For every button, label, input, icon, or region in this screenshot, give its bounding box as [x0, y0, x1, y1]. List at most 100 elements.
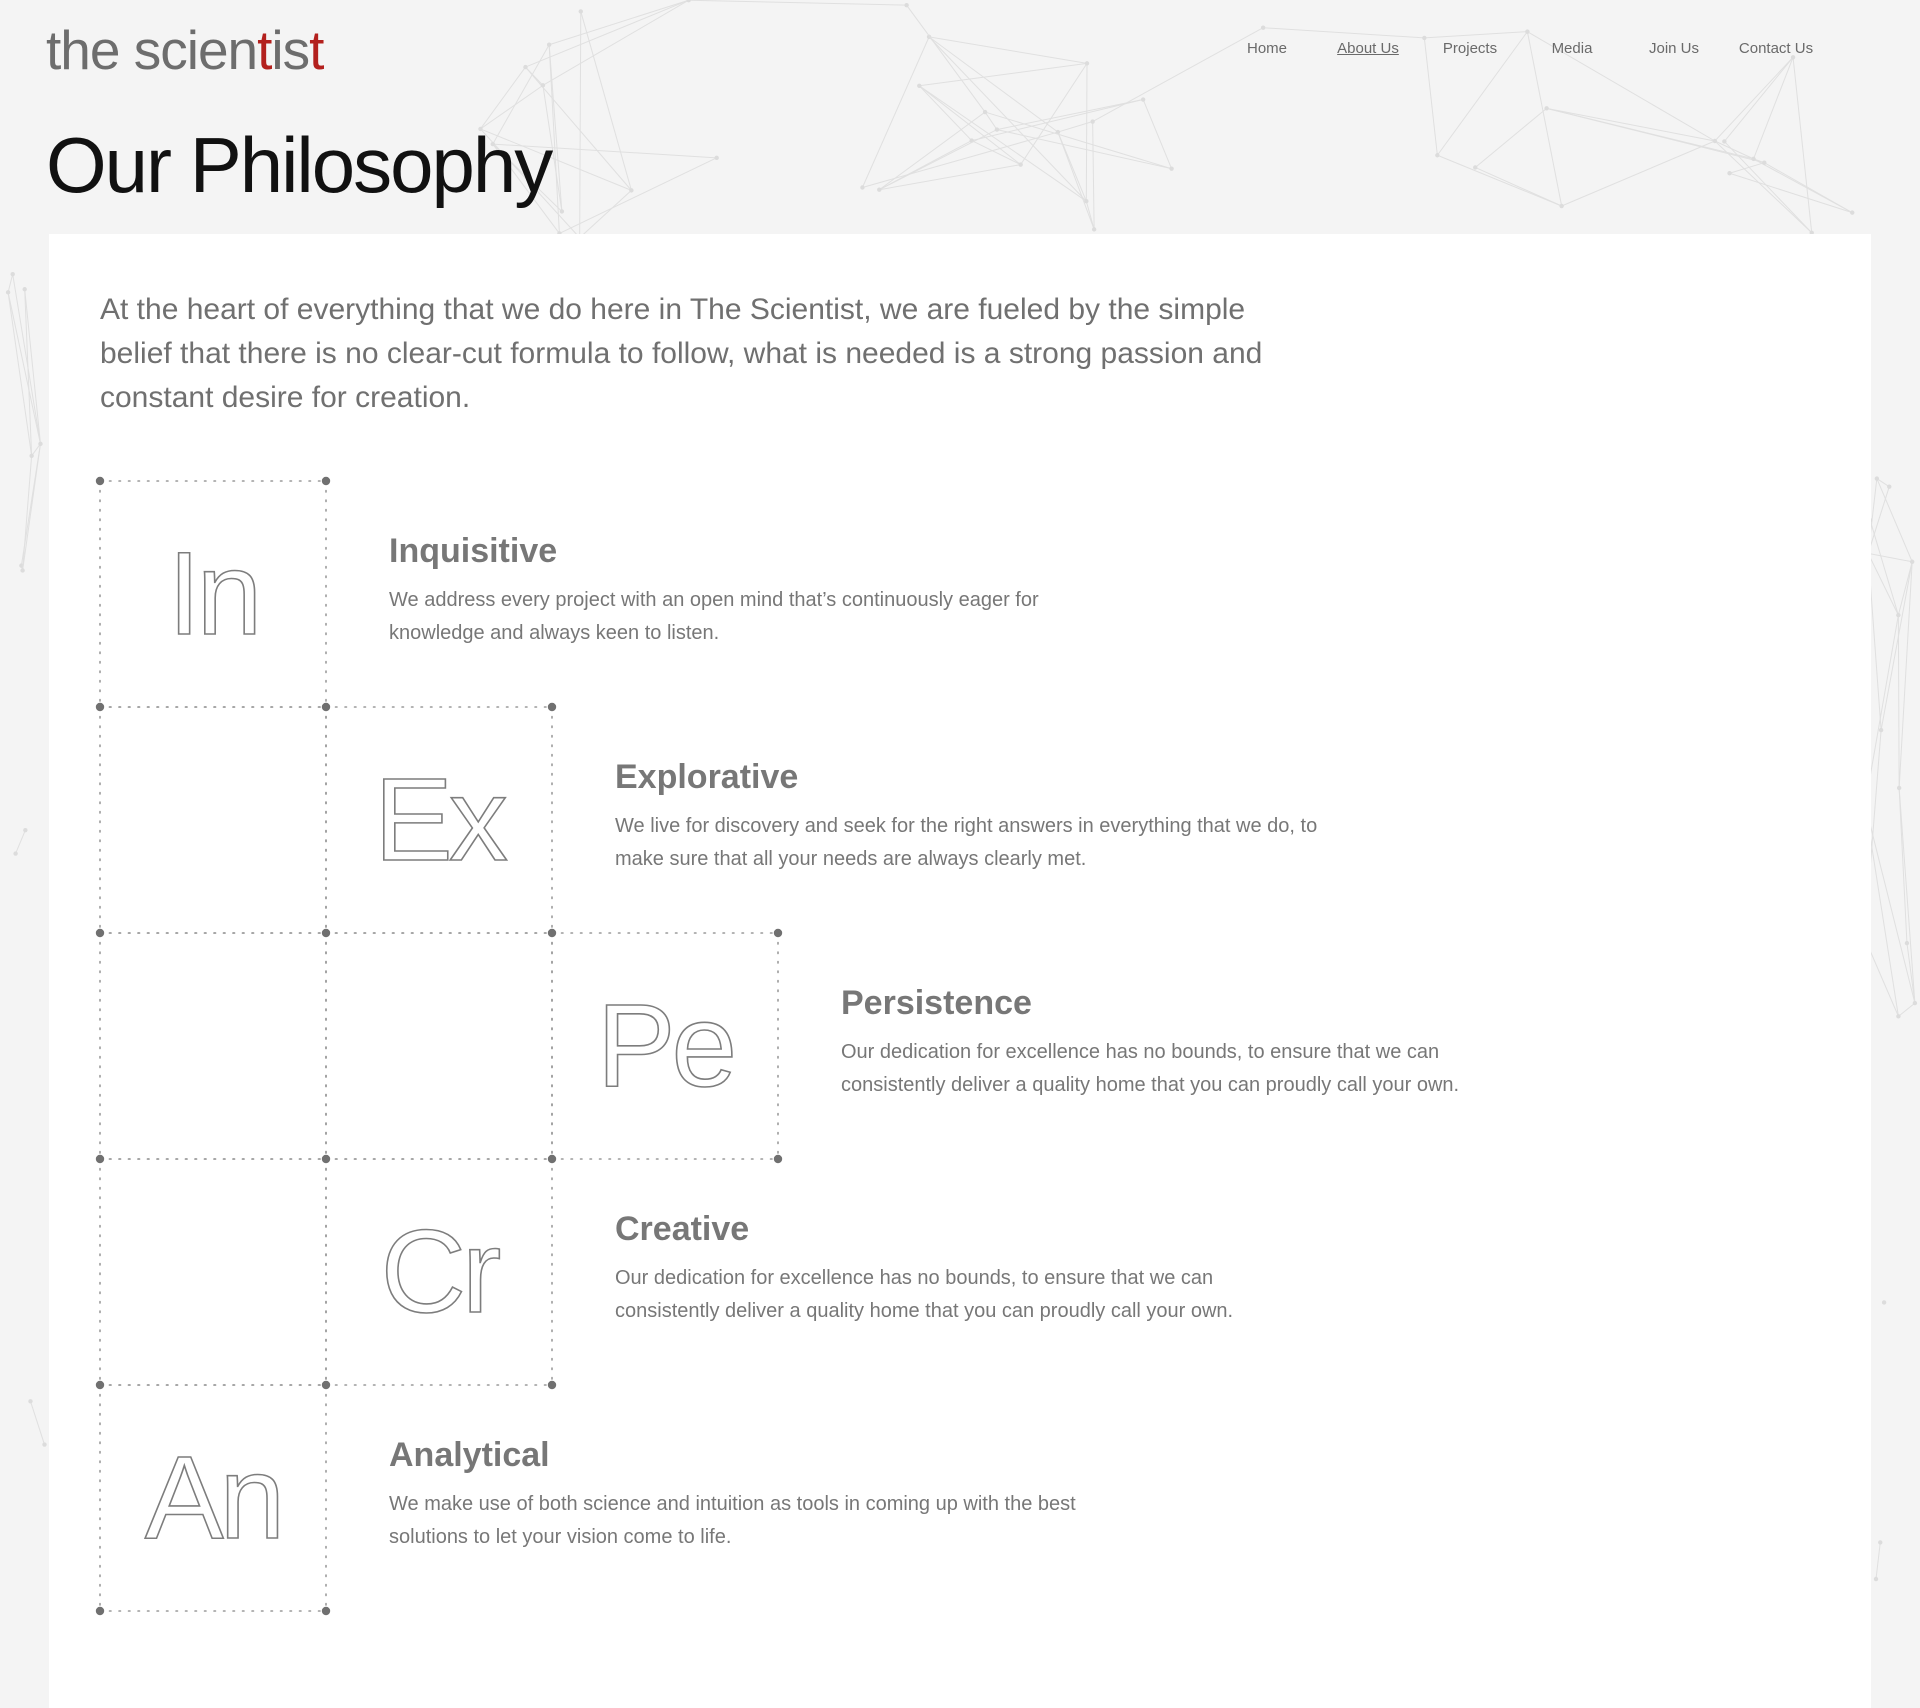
network-node: [1544, 106, 1549, 111]
network-line: [996, 129, 1172, 170]
network-line: [1085, 201, 1095, 230]
network-line: [579, 190, 632, 239]
network-node: [20, 568, 25, 573]
network-line: [1714, 140, 1754, 160]
symbol-pe-glyph: Pe: [596, 986, 738, 1106]
network-node: [877, 187, 882, 192]
svg-text:In: In: [168, 534, 258, 654]
network-line: [559, 157, 717, 234]
network-line: [878, 111, 986, 191]
pillar-desc-creative: Our dedication for excellence has no bou…: [615, 1267, 1234, 1322]
network-node: [1559, 203, 1564, 209]
network-node: [1727, 171, 1732, 176]
network-node: [559, 209, 565, 214]
network-line: [7, 292, 41, 444]
symbol-tile-ex: Ex: [326, 707, 552, 933]
symbol-in-glyph: In: [167, 534, 263, 654]
network-node: [1873, 1576, 1879, 1582]
network-node: [1896, 612, 1901, 618]
network-line: [1561, 140, 1716, 207]
pillar-title-explorative: Explorative: [615, 758, 799, 796]
network-node: [5, 290, 11, 295]
site-header: the scientist Home About Us Projects Med…: [0, 0, 1920, 100]
network-node: [1435, 153, 1440, 158]
network-node: [13, 851, 18, 856]
network-line: [1546, 107, 1765, 164]
network-line: [1437, 154, 1562, 207]
network-node: [1904, 940, 1910, 946]
network-node: [1887, 484, 1892, 489]
grid-node: [95, 928, 105, 938]
symbol-tile-cr: Cr: [326, 1159, 552, 1385]
svg-text:An: An: [145, 1438, 281, 1558]
network-line: [1869, 520, 1899, 616]
page-title: Our Philosophy: [46, 121, 553, 209]
network-line: [1897, 615, 1900, 788]
symbol-tile-in: In: [100, 481, 326, 707]
network-line: [15, 829, 26, 854]
svg-text:Pe: Pe: [597, 986, 733, 1106]
network-node: [1878, 1540, 1883, 1545]
network-node: [22, 287, 27, 292]
network-line: [996, 99, 1144, 131]
pillar-title-analytical: Analytical: [389, 1436, 550, 1474]
network-node: [10, 271, 15, 277]
network-node: [42, 1442, 47, 1447]
pillar-desc-analytical: We make use of both science and intuitio…: [389, 1493, 1076, 1548]
symbol-cr-glyph: Cr: [380, 1212, 505, 1332]
pillar-title-creative: Creative: [615, 1210, 750, 1248]
network-line: [1876, 478, 1913, 562]
network-line: [1868, 552, 1913, 563]
network-node: [1090, 119, 1095, 124]
network-node: [1091, 227, 1097, 232]
network-node: [982, 109, 988, 115]
network-line: [1474, 107, 1547, 168]
network-line: [1897, 561, 1913, 616]
network-line: [1057, 121, 1093, 133]
network-line: [971, 140, 1021, 166]
network-line: [7, 274, 14, 293]
network-node: [1881, 1300, 1887, 1305]
pillar-desc-inquisitive: We address every project with an open mi…: [389, 589, 1039, 644]
network-node: [1896, 1014, 1901, 1019]
network-line: [1546, 107, 1715, 142]
symbol-an-glyph: An: [144, 1438, 286, 1558]
network-line: [984, 111, 1172, 170]
network-line: [1092, 121, 1095, 230]
network-node: [860, 185, 865, 190]
pillar-title-inquisitive: Inquisitive: [389, 532, 558, 570]
network-line: [1898, 787, 1908, 944]
network-node: [1751, 156, 1756, 162]
network-node: [1712, 138, 1718, 144]
network-node: [1084, 199, 1089, 204]
network-node: [1909, 559, 1915, 564]
network-node: [1896, 785, 1902, 791]
symbol-ex-glyph: Ex: [373, 760, 511, 880]
network-node: [1762, 160, 1767, 165]
network-line: [1142, 99, 1173, 169]
network-node: [23, 827, 28, 833]
network-node: [1912, 1000, 1918, 1006]
network-line: [879, 129, 998, 191]
network-line: [1898, 1002, 1916, 1017]
svg-text:Ex: Ex: [374, 760, 507, 880]
network-node: [1169, 166, 1174, 171]
network-line: [1475, 166, 1562, 207]
network-node: [1722, 139, 1727, 144]
network-node: [1878, 727, 1884, 733]
network-node: [1018, 162, 1023, 167]
network-line: [30, 1401, 45, 1445]
network-line: [1875, 1542, 1881, 1580]
network-node: [1473, 165, 1478, 170]
grid-node: [95, 1154, 105, 1164]
network-line: [1714, 140, 1813, 234]
site-logo[interactable]: the scientist: [46, 17, 324, 83]
pillar-title-persistence: Persistence: [841, 984, 1032, 1022]
content-panel: At the heart of everything that we do he…: [49, 234, 1871, 1708]
network-node: [714, 155, 719, 161]
symbol-tile-an: An: [100, 1385, 326, 1611]
network-line: [1764, 162, 1853, 214]
network-node: [1850, 210, 1855, 215]
svg-text:Cr: Cr: [381, 1212, 500, 1332]
nav-contact-us[interactable]: Contact Us: [1716, 40, 1836, 57]
